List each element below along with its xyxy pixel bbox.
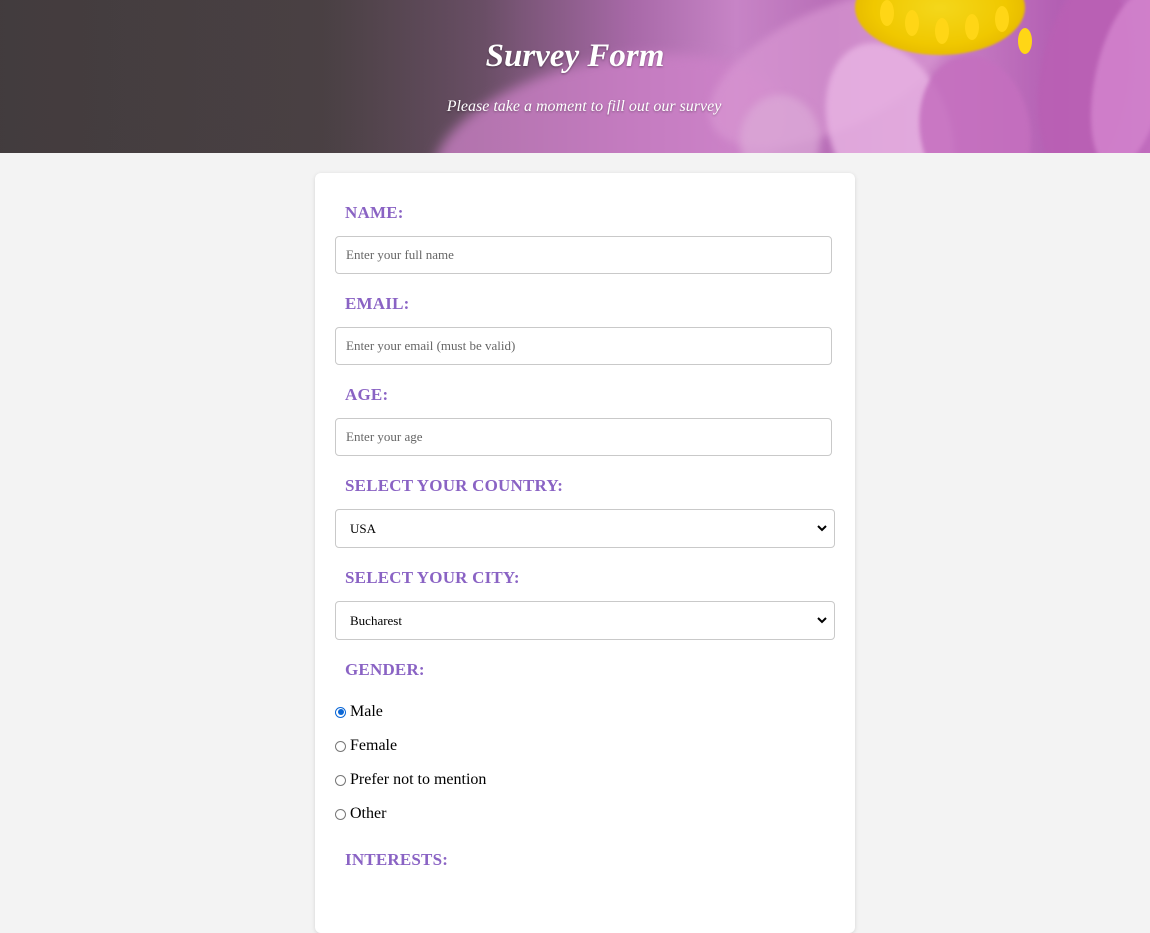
page-subtitle: Please take a moment to fill out our sur…: [446, 98, 722, 115]
country-label: SELECT YOUR COUNTRY:: [345, 476, 564, 495]
email-label: EMAIL:: [345, 294, 410, 313]
gender-option-female[interactable]: Female: [335, 736, 397, 756]
page-title: Survey Form: [485, 38, 665, 74]
flower-stamen: [965, 14, 979, 40]
interests-label: INTERESTS:: [345, 850, 449, 869]
survey-form: NAME: EMAIL: AGE: SELECT YOUR COUNTRY: U…: [315, 173, 855, 933]
banner-shade: [0, 0, 520, 153]
gender-option-label: Prefer not to mention: [350, 771, 487, 788]
radio-button[interactable]: [335, 774, 346, 786]
gender-option-prefer-not[interactable]: Prefer not to mention: [335, 770, 486, 790]
radio-button[interactable]: [335, 706, 346, 718]
gender-option-other[interactable]: Other: [335, 804, 386, 824]
gender-label: GENDER:: [345, 660, 425, 679]
city-label: SELECT YOUR CITY:: [345, 568, 520, 587]
chevron-down-icon: [817, 525, 827, 532]
flower-stamen: [995, 6, 1009, 32]
city-selected-value: Bucharest: [350, 613, 402, 628]
city-select[interactable]: Bucharest: [335, 601, 835, 640]
flower-stamen: [880, 0, 894, 26]
radio-button[interactable]: [335, 808, 346, 820]
age-label: AGE:: [345, 385, 389, 404]
gender-option-label: Other: [350, 805, 387, 822]
gender-option-male[interactable]: Male: [335, 702, 383, 722]
name-input[interactable]: [335, 236, 832, 274]
header-banner: Survey Form Please take a moment to fill…: [0, 0, 1150, 153]
name-label: NAME:: [345, 203, 404, 222]
age-input[interactable]: [335, 418, 832, 456]
gender-option-label: Female: [350, 737, 398, 754]
country-select[interactable]: USA: [335, 509, 835, 548]
gender-option-label: Male: [350, 703, 383, 720]
email-input[interactable]: [335, 327, 832, 365]
radio-button[interactable]: [335, 740, 346, 752]
country-selected-value: USA: [350, 521, 377, 536]
chevron-down-icon: [817, 617, 827, 624]
flower-stamen: [905, 10, 919, 36]
